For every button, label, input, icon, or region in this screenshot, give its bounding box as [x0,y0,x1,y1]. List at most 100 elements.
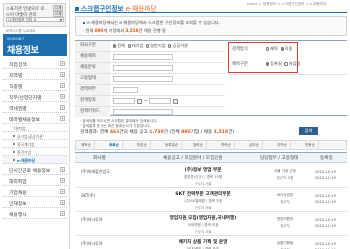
radio-all[interactable] [113,44,117,48]
sidebar-item-label: 역세권별 [9,107,27,112]
sidebar-item[interactable]: 역세권별 + [3,102,67,113]
sidebar-item[interactable]: 해외취업 + [3,175,67,186]
radio-search-job[interactable] [280,47,284,51]
stats-suffix-2: 기업 / 채용 [190,130,214,135]
radio-search-title[interactable] [266,47,270,51]
sort-tab[interactable]: 제목순 [78,142,95,149]
sort-tab[interactable]: 학력순 [218,142,235,149]
sidebar-item[interactable]: 단시간근로 채용정보 + [3,164,67,175]
stats-count-4: 3,518 [213,130,229,135]
keyword-input[interactable] [113,109,173,115]
form-row-company: 회사구분 전체 대기업 일반기업 공공기관 [75,41,225,52]
sidebar-item-label: 채용행사 [9,213,27,218]
expand-icon[interactable]: + [60,189,65,194]
label-keyword: 검색키워드 [75,107,110,117]
form-row-keyword: 검색키워드 [75,107,225,118]
calendar-icon[interactable] [173,99,178,104]
sidebar-item[interactable]: 직업검색 + [3,58,67,69]
sidebar-item[interactable]: 인재정보 + [3,197,67,208]
stats-count-1: 461 [109,130,120,135]
sidebar-item[interactable]: 대기업 [3,124,67,132]
expand-icon[interactable]: + [60,94,65,99]
expand-icon[interactable]: + [60,211,65,216]
sort-tab[interactable]: 등록순 [106,142,123,149]
radio-general[interactable] [146,44,150,48]
employment-cell: 정규직 [280,224,290,228]
chevron-down-icon: ▼ [59,18,62,22]
job-subtitle: 국내여행 / 경력 미정 [187,223,219,227]
table-row[interactable]: (주)하나투어 영업지원 모집(영업지원,국내여행) 국내여행 / 경력 미정 근무지… [75,212,347,236]
end-date: 2010-11-19 [315,200,336,204]
search-stats: 검색결과: 전체 461건의 채용 공고 1,730건 (전체 890기업 / … [80,129,234,135]
table-header: 회사명 채용공고 / 모집분야 / 모집인원 담당업무 / 고용형태 등록일 [75,152,347,163]
sort-tab[interactable]: 등록일순 [162,142,183,149]
table-row[interactable]: (주)하나투어패키지 상품 기획 및 운영국내/해외 / 경력 모집근무지 서울… [75,236,347,249]
title-input[interactable] [113,54,173,60]
career-select[interactable] [113,87,138,93]
stats-count-3: 890 [181,130,191,135]
job-title-link[interactable]: (주)정보 영업 부문 [155,167,251,173]
sidebar-item[interactable]: 기업채용 + [3,186,67,197]
radio-large[interactable] [127,44,131,48]
title-divider [75,12,347,13]
label-date: 검색일자 [75,96,110,106]
table-row[interactable]: (주)미래합산업무 (주)정보 영업 부문 영업부(신규) / 경력 10명 근무지 … [75,164,347,188]
job-title-link[interactable]: SKT 전략부문 고객관리부문 [155,191,251,197]
form-row-career: 경력여부 [75,85,225,96]
section-header: WORKNET 채용정보 [3,34,67,56]
calendar-icon[interactable] [137,99,142,104]
sidebar-item[interactable]: 중견기업 [3,148,67,156]
radio-scope-end[interactable] [284,62,288,66]
sidebar-item[interactable]: 공기업/공공기관 [3,132,67,140]
expand-icon[interactable]: + [60,116,65,121]
radio-search-title-label: 제목 [270,46,278,51]
expand-icon[interactable]: + [60,178,65,183]
sidebar-item-label: 직종별 [9,85,23,90]
sidebar-item[interactable]: 직종별 + [3,80,67,91]
sort-tab[interactable]: 지역순 [274,142,291,149]
sidebar-item[interactable]: e-채용마당 [3,156,67,164]
search-button[interactable]: 검색 [299,127,318,135]
table-row[interactable]: SKT(주) SKT 전략부문 고객관리부문 (주)SK텔레콤 / 경력 3명 근무지… [75,188,347,212]
sort-tab[interactable]: 경력순 [190,142,207,149]
end-date: 2010-11-19 [315,224,336,228]
job-location: 근무지 서울 [194,230,212,234]
expand-icon[interactable]: + [60,167,65,172]
radio-scope-reg-label: 등록일 [270,61,282,66]
sort-tab[interactable]: 연봉순 [302,142,319,149]
job-title-link[interactable]: 영업지원 모집(영업지원,국내여행) [155,215,251,221]
date-start-input[interactable] [113,98,135,104]
sort-tab[interactable]: 급여순 [246,142,263,149]
employment-cell: 정규직 고용 [276,176,294,180]
date-end-input[interactable] [149,98,171,104]
sidebar-item[interactable]: 외국계기업 [3,140,67,148]
category-select[interactable] [113,65,173,71]
expand-icon[interactable]: + [60,61,65,66]
bullet-icon [83,22,85,24]
login-notice: ·비즈니스를 누르세요 [5,29,36,33]
info-line-1: e-채용마당에서는 e-채용마당에서 스크랩한 구인정보를 조회할 수 있습니다… [83,20,220,26]
job-title-link[interactable]: 패키지 상품 기획 및 운영 [155,239,251,245]
info-suffix: 건 채용 진행 중 [138,28,166,33]
employment-select[interactable] [113,76,173,82]
sidebar-item[interactable]: 직무/산업단지별 + [3,91,67,102]
expand-icon[interactable]: + [60,105,65,110]
sidebar-item[interactable]: 채용행사 + [3,208,67,219]
sidebar-item[interactable]: 지역별 + [3,69,67,80]
stats-suffix-3: 건) [228,130,235,135]
info-line-2: · 전체 890개 기업에서 3,518건 채용 진행 중 [83,28,166,34]
expand-icon[interactable]: + [60,83,65,88]
bullet-icon [13,151,15,153]
dept-cell: 서울 가공 근무 [273,169,297,173]
radio-all-label: 전체 [117,43,125,48]
expand-icon[interactable]: + [60,72,65,77]
member-select[interactable]: ㅁ개인정보 관리 사 ▼ [6,17,64,22]
th-title: 채용공고 / 모집분야 / 모집인원 [163,156,223,161]
expand-icon[interactable]: + [60,200,65,205]
sort-tab[interactable]: 마감순 [134,142,151,149]
section-eng: WORKNET [7,37,25,41]
radio-scope-reg[interactable] [266,62,270,66]
end-date: 2010-11-19 [315,176,336,180]
sidebar-item[interactable]: 테마별채용정보 + [3,113,67,124]
radio-public[interactable] [168,44,172,48]
